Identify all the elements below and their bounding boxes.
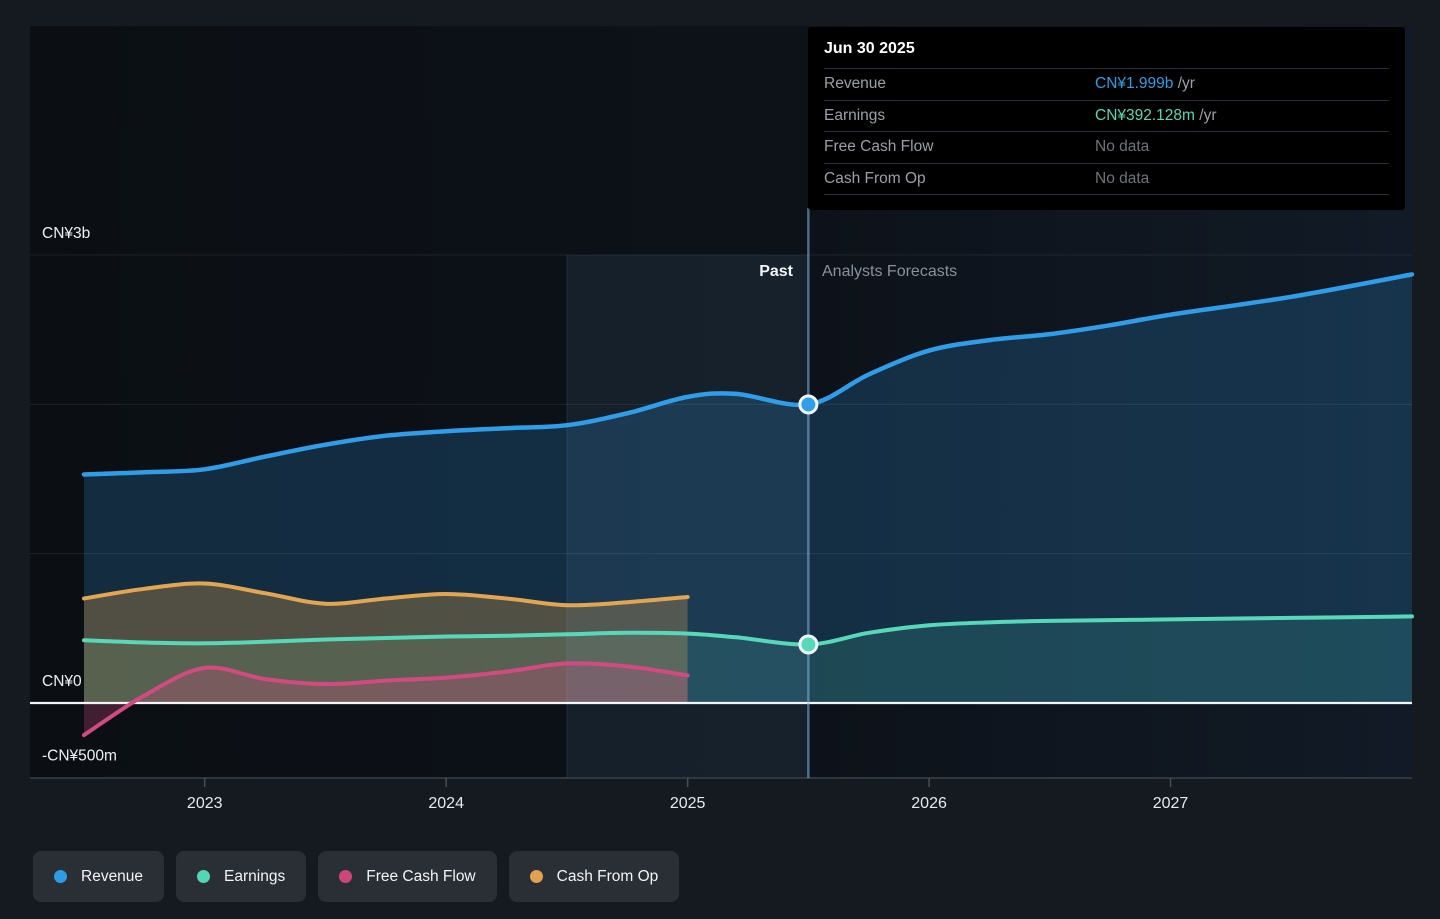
tooltip-date-title: Jun 30 2025 — [824, 27, 1389, 68]
legend-toggle-revenue[interactable]: Revenue — [33, 851, 164, 902]
tooltip-row-value: No data — [1095, 138, 1389, 156]
tooltip-row-label: Cash From Op — [824, 170, 1095, 188]
legend-toggle-cash-from-op[interactable]: Cash From Op — [509, 851, 680, 902]
tooltip-row-label: Free Cash Flow — [824, 138, 1095, 156]
y-axis-label-3: CN¥3b — [42, 225, 90, 242]
legend-dot-icon — [530, 870, 543, 883]
y-axis-label--0.5: -CN¥500m — [42, 748, 117, 765]
tooltip-row-value: CN¥392.128m /yr — [1095, 107, 1389, 125]
legend-label: Free Cash Flow — [366, 868, 475, 886]
tooltip-row-cash-from-op: Cash From OpNo data — [824, 163, 1389, 195]
tooltip-row-label: Revenue — [824, 75, 1095, 93]
x-axis-label-2027: 2027 — [1153, 795, 1189, 812]
y-axis-label-0: CN¥0 — [42, 673, 82, 690]
tooltip-row-value: CN¥1.999b /yr — [1095, 75, 1389, 93]
x-axis-label-2024: 2024 — [428, 795, 464, 812]
tooltip-rows: RevenueCN¥1.999b /yrEarningsCN¥392.128m … — [824, 68, 1389, 195]
forecast-zone-label: Analysts Forecasts — [822, 263, 957, 281]
legend-toggle-earnings[interactable]: Earnings — [176, 851, 306, 902]
series-legend: Revenue Earnings Free Cash Flow Cash From O… — [33, 851, 679, 902]
legend-label: Earnings — [224, 868, 285, 886]
legend-label: Revenue — [81, 868, 143, 886]
tooltip-row-earnings: EarningsCN¥392.128m /yr — [824, 100, 1389, 132]
x-axis-label-2026: 2026 — [911, 795, 947, 812]
past-zone-label: Past — [759, 263, 793, 281]
revenue-marker-point[interactable] — [800, 396, 817, 413]
stock-financials-chart-page: CN¥3b CN¥0 -CN¥500m 2023 2024 2025 2026 2027 Pa… — [0, 0, 1440, 919]
recent-period-highlight-band — [567, 255, 808, 778]
x-axis-label-2025: 2025 — [670, 795, 706, 812]
legend-label: Cash From Op — [557, 868, 659, 886]
tooltip-row-free-cash-flow: Free Cash FlowNo data — [824, 131, 1389, 163]
legend-dot-icon — [197, 870, 210, 883]
legend-toggle-free-cash-flow[interactable]: Free Cash Flow — [318, 851, 496, 902]
legend-dot-icon — [339, 870, 352, 883]
chart-tooltip: Jun 30 2025 RevenueCN¥1.999b /yrEarnings… — [808, 27, 1405, 210]
legend-dot-icon — [54, 870, 67, 883]
tooltip-row-value: No data — [1095, 170, 1389, 188]
tooltip-row-revenue: RevenueCN¥1.999b /yr — [824, 68, 1389, 100]
x-axis-label-2023: 2023 — [187, 795, 223, 812]
earnings-marker-point[interactable] — [800, 636, 817, 653]
tooltip-row-label: Earnings — [824, 107, 1095, 125]
